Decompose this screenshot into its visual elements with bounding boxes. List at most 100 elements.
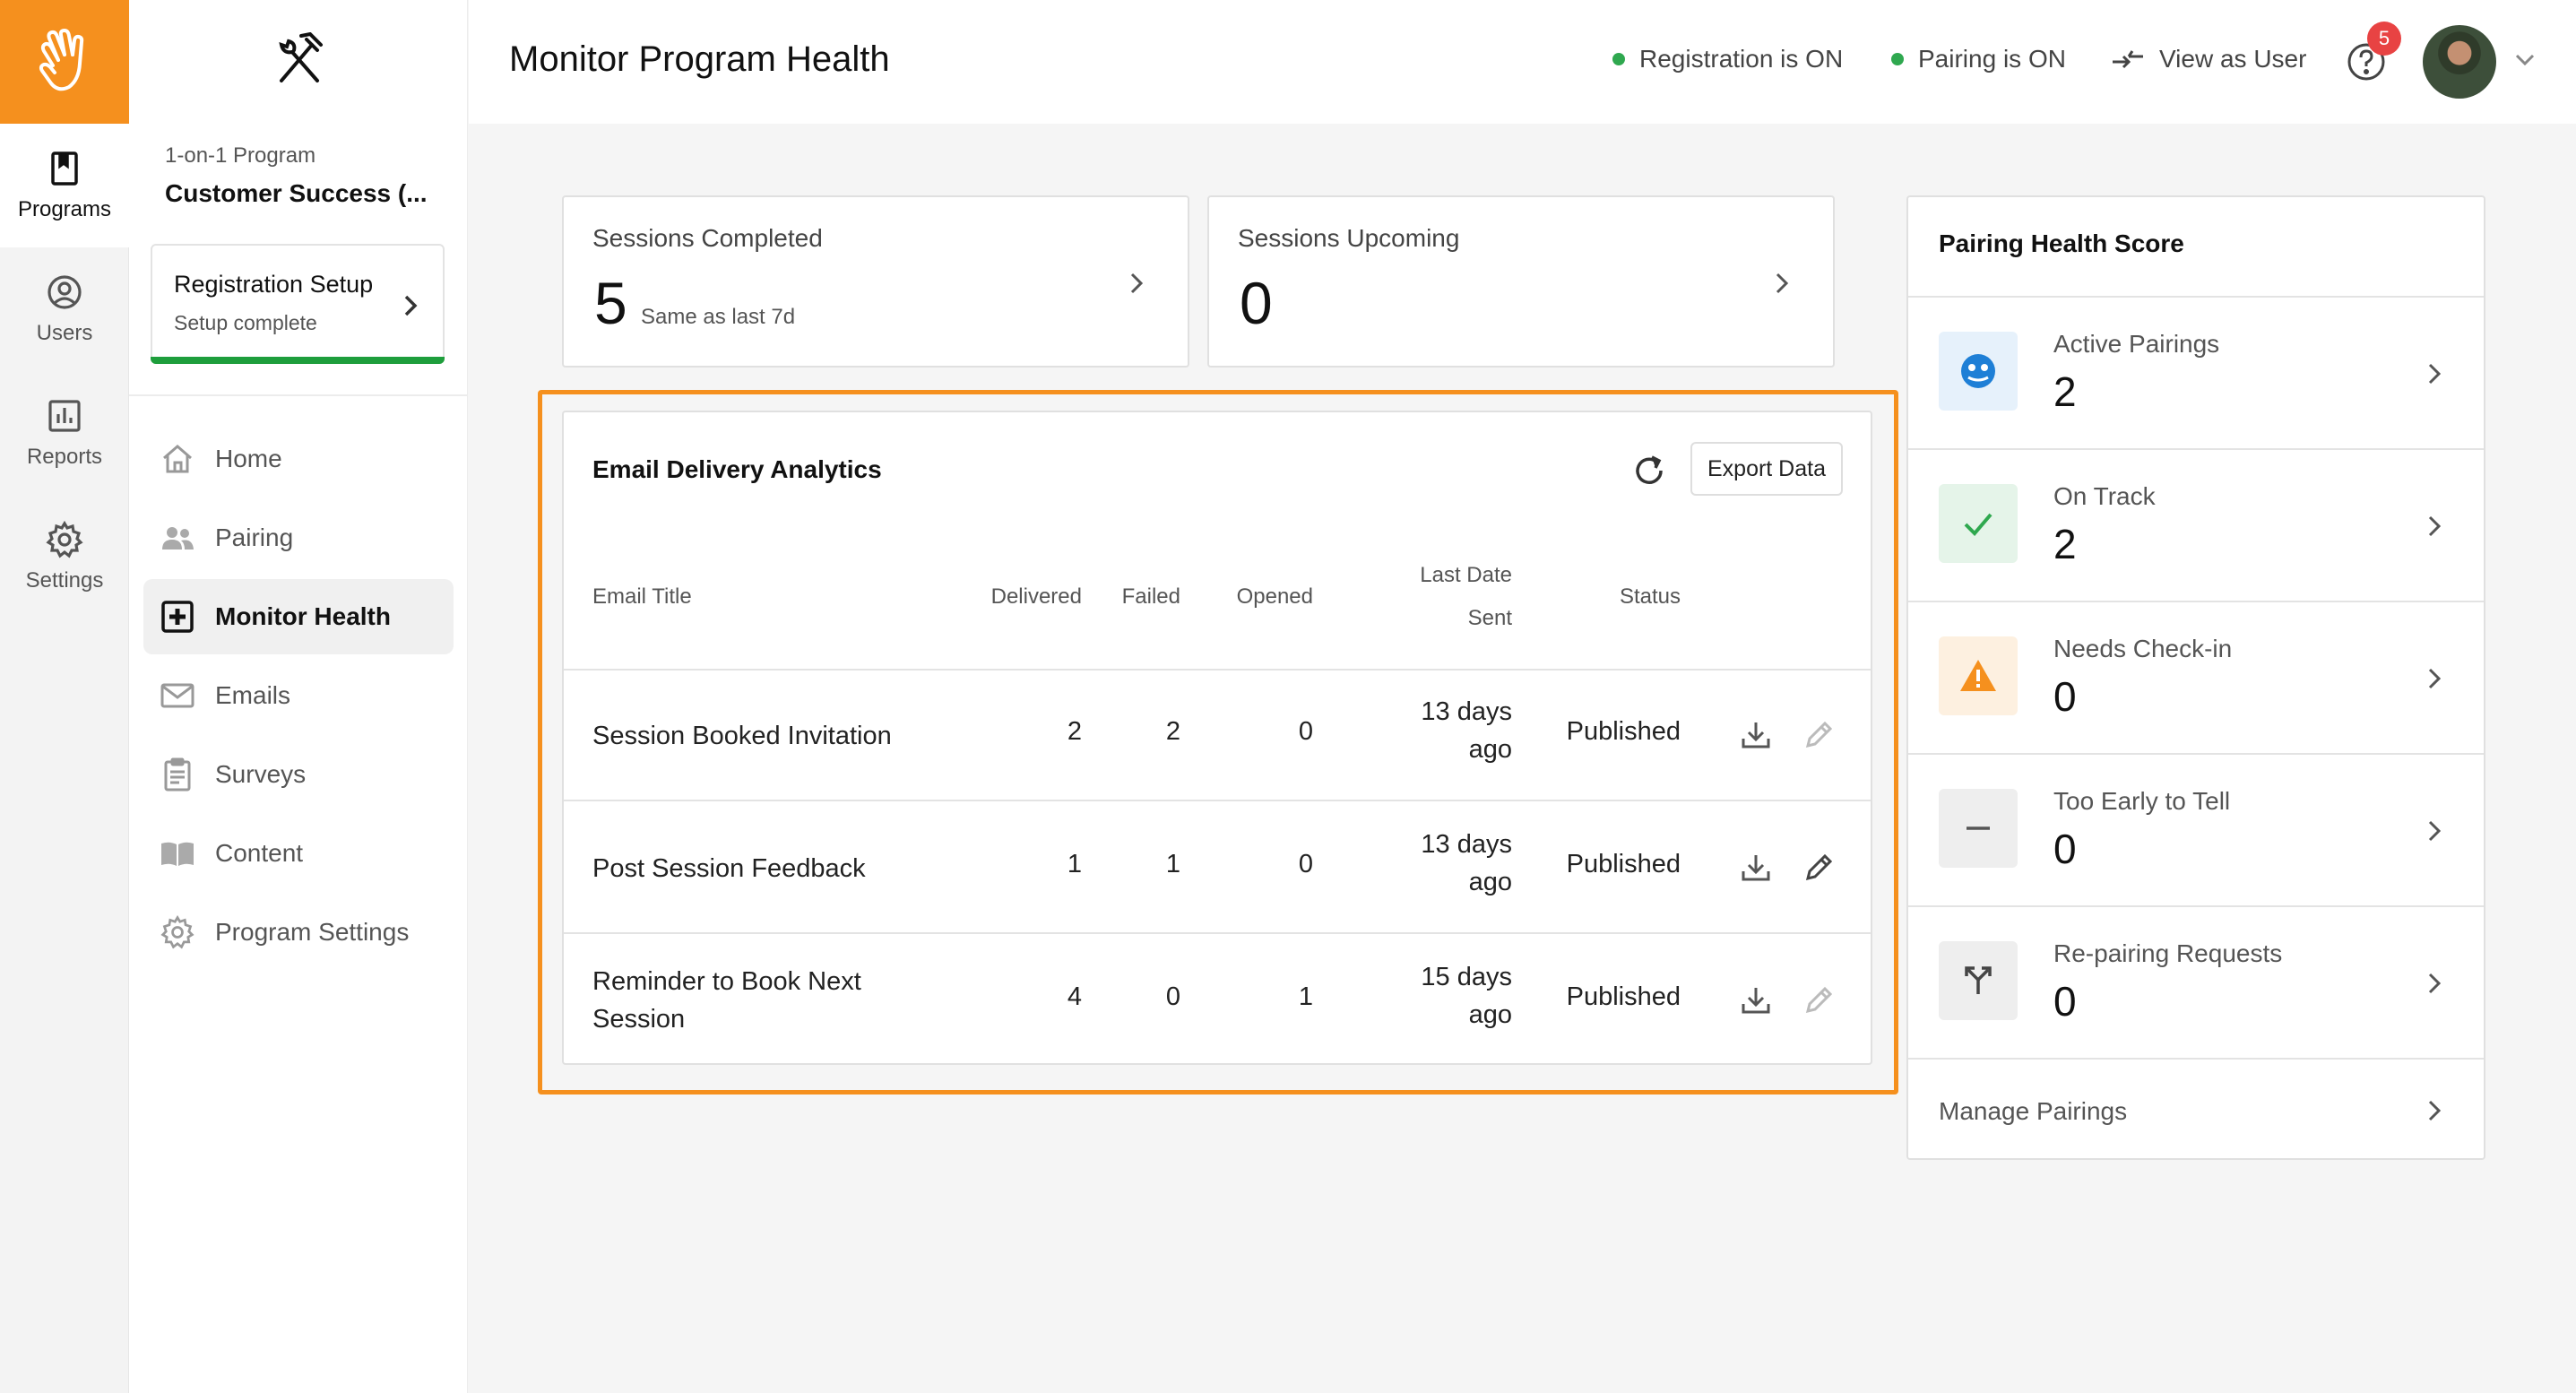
email-analytics-title: Email Delivery Analytics (592, 455, 882, 483)
delivered-cell: 1 (1067, 850, 1082, 878)
notification-badge: 5 (2367, 22, 2401, 56)
user-circle-icon (48, 275, 82, 309)
view-as-user-label: View as User (2159, 45, 2307, 73)
chevron-right-icon (2428, 515, 2442, 537)
pairing-health-value: 2 (2053, 368, 2077, 415)
setup-progress-bar (151, 357, 445, 364)
sessions-upcoming-value: 0 (1240, 270, 1273, 336)
nav-label: Surveys (215, 760, 307, 788)
sessions-upcoming-card[interactable]: Sessions Upcoming 0 (1207, 195, 1835, 368)
rail-item-settings[interactable]: Settings (0, 495, 129, 619)
download-icon[interactable] (1740, 852, 1772, 884)
plus-square-icon (161, 601, 194, 633)
rail-item-users[interactable]: Users (0, 247, 129, 371)
table-row[interactable]: Session Booked Invitation 2 2 0 13 days … (564, 671, 1871, 801)
home-icon (163, 445, 192, 473)
download-icon[interactable] (1740, 984, 1772, 1017)
nav-label: Home (215, 445, 282, 472)
warning-icon (1960, 660, 1996, 691)
export-data-button[interactable]: Export Data (1690, 442, 1843, 496)
registration-status[interactable]: Registration is ON (1612, 45, 1843, 74)
edit-pencil-icon[interactable] (1802, 852, 1835, 884)
program-name[interactable]: Customer Success (... (165, 179, 428, 208)
edit-pencil-icon[interactable] (1802, 719, 1835, 751)
program-sidebar: 1-on-1 Program Customer Success (... Reg… (129, 0, 468, 1393)
nav-item-program-settings[interactable]: Program Settings (143, 895, 454, 970)
delivered-cell: 4 (1067, 982, 1082, 1011)
pairing-health-row-on-track[interactable]: On Track 2 (1908, 448, 2484, 601)
pairing-icon-tile (1939, 789, 2018, 868)
chevron-down-icon[interactable] (2514, 52, 2536, 68)
registration-status-label: Registration is ON (1639, 45, 1844, 73)
tools-icon (279, 32, 323, 82)
table-row[interactable]: Reminder to Book Next Session 4 0 1 15 d… (564, 936, 1871, 1067)
download-icon[interactable] (1740, 719, 1772, 751)
view-as-user-button[interactable]: View as User (2111, 45, 2306, 74)
last-sent-cell-ago: ago (1468, 735, 1512, 764)
rail-label-programs: Programs (17, 197, 112, 221)
sidebar-divider (129, 394, 467, 396)
pairing-health-value: 0 (2053, 826, 2077, 872)
nav-item-emails[interactable]: Emails (143, 658, 454, 733)
pairing-health-row-needs-check-in[interactable]: Needs Check-in 0 (1908, 601, 2484, 753)
pairing-health-label: Too Early to Tell (2053, 787, 2231, 815)
envelope-icon (160, 683, 194, 708)
edit-pencil-icon[interactable] (1802, 984, 1835, 1017)
email-title-cell: Post Session Feedback (592, 854, 866, 883)
chevron-right-icon (404, 295, 418, 316)
rail-item-programs[interactable]: Programs (0, 124, 129, 247)
nav-item-monitor-health[interactable]: Monitor Health (143, 579, 454, 654)
column-header-last-sent-line1[interactable]: Last Date (1420, 563, 1512, 588)
column-header-failed[interactable]: Failed (1122, 584, 1180, 610)
page-title: Monitor Program Health (509, 39, 890, 79)
delivered-cell: 2 (1067, 717, 1082, 746)
table-row[interactable]: Post Session Feedback 1 1 0 13 days ago … (564, 803, 1871, 934)
avatar[interactable] (2423, 25, 2496, 99)
status-cell: Published (1566, 982, 1681, 1011)
minus-icon (1967, 826, 1990, 830)
nav-item-surveys[interactable]: Surveys (143, 737, 454, 812)
last-sent-cell-ago: ago (1468, 1000, 1512, 1029)
open-book-icon (161, 842, 194, 866)
pairing-health-row-re-pairing[interactable]: Re-pairing Requests 0 (1908, 905, 2484, 1058)
sessions-completed-label: Sessions Completed (592, 224, 823, 252)
chevron-right-icon (2428, 1100, 2442, 1121)
sessions-completed-card[interactable]: Sessions Completed 5 Same as last 7d (562, 195, 1189, 368)
last-sent-cell: 13 days (1421, 697, 1512, 726)
nav-label: Monitor Health (215, 602, 391, 630)
nav-item-pairing[interactable]: Pairing (143, 500, 454, 575)
nav-label: Pairing (215, 523, 294, 551)
pairing-status[interactable]: Pairing is ON (1891, 45, 2066, 74)
registration-setup-title: Registration Setup (174, 271, 374, 298)
email-title-cell: Reminder to Book Next Session (592, 967, 861, 1034)
pairing-health-row-too-early[interactable]: Too Early to Tell 0 (1908, 753, 2484, 905)
failed-cell: 0 (1165, 982, 1180, 1011)
nav-label: Emails (215, 681, 291, 709)
sessions-completed-note: Same as last 7d (641, 305, 796, 329)
column-header-status[interactable]: Status (1620, 584, 1681, 610)
pairing-health-label: Re-pairing Requests (2053, 939, 2283, 967)
registration-setup-card[interactable]: Registration Setup Setup complete (151, 244, 445, 364)
refresh-icon[interactable] (1630, 452, 1668, 489)
manage-pairings-link[interactable]: Manage Pairings (1908, 1058, 2484, 1160)
nav-item-content[interactable]: Content (143, 816, 454, 891)
rail-item-reports[interactable]: Reports (0, 371, 129, 495)
column-header-delivered[interactable]: Delivered (991, 584, 1082, 610)
nav-item-home[interactable]: Home (143, 421, 454, 497)
pairing-health-row-active[interactable]: Active Pairings 2 (1908, 296, 2484, 448)
pairing-health-label: Needs Check-in (2053, 635, 2233, 662)
app-logo[interactable] (0, 0, 129, 124)
column-header-email-title[interactable]: Email Title (592, 584, 692, 610)
email-analytics-card: Email Delivery Analytics Export Data Ema… (562, 411, 1872, 1065)
opened-cell: 0 (1298, 717, 1313, 746)
failed-cell: 2 (1165, 717, 1180, 746)
chevron-right-icon (2428, 363, 2442, 385)
pairing-health-value: 0 (2053, 978, 2077, 1025)
column-header-last-sent-line2: Sent (1467, 606, 1512, 630)
clipboard-icon (164, 757, 191, 792)
status-dot (1612, 53, 1625, 65)
email-title-cell: Session Booked Invitation (592, 722, 892, 750)
last-sent-cell-ago: ago (1468, 868, 1512, 896)
gear-icon (46, 520, 83, 558)
column-header-opened[interactable]: Opened (1237, 584, 1313, 610)
